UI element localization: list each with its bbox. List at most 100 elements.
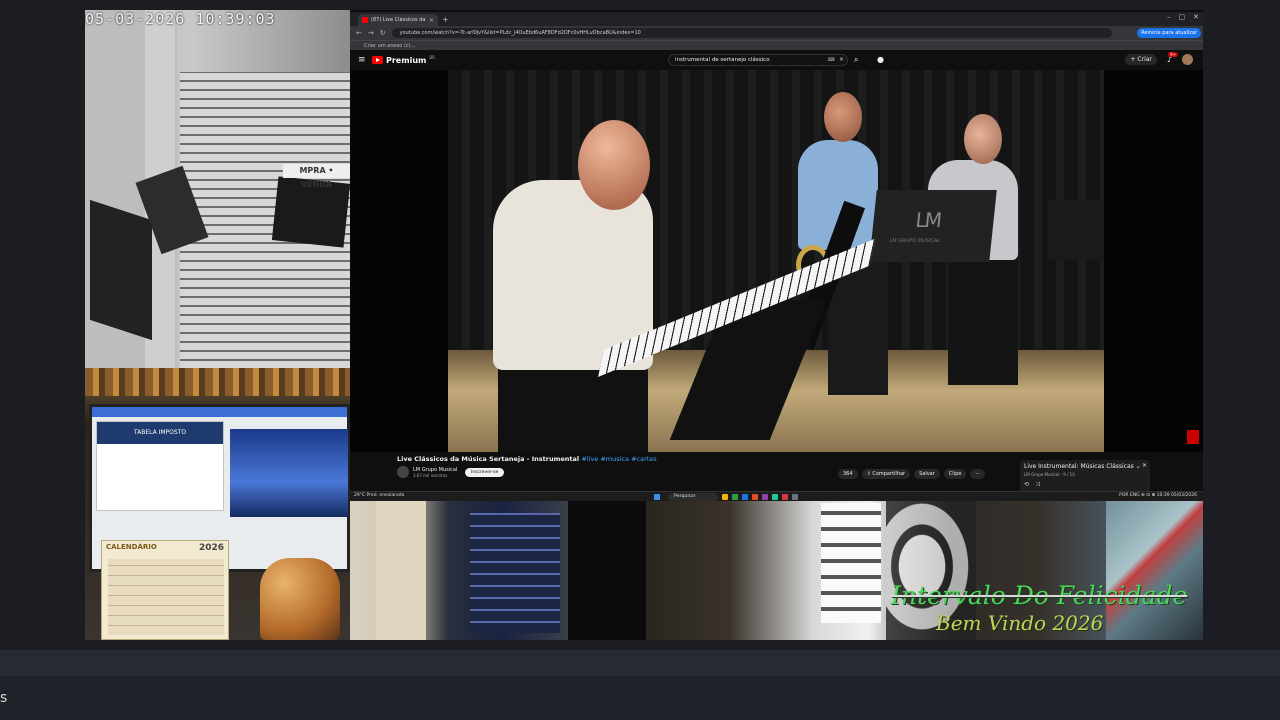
channel-watermark-icon[interactable] — [1187, 430, 1199, 444]
playlist-subtitle: LM Grupo Musical · 9 / 10 — [1024, 472, 1075, 477]
tab-title: (87) Live Clássicos da Mú — [371, 17, 426, 23]
youtube-header: ≡ Premium BR instrumental de sertanejo c… — [350, 50, 1203, 70]
channel-info[interactable]: LM Grupo Musical 3,67 mil inscritos — [397, 466, 457, 478]
system-tray[interactable]: POR ENG ⊕ ⊡ ⊞ 10:39 05/03/2026 — [1119, 493, 1197, 498]
book-shelf — [85, 368, 350, 396]
search-query: instrumental de sertanejo clássico — [675, 57, 770, 63]
address-toolbar: ← → ↻ youtube.com/watch?v=-Tc-arl0jvY&li… — [350, 26, 1203, 40]
stand-label: LM GRUPO MUSICAL — [889, 238, 941, 244]
app-icon[interactable] — [782, 494, 788, 500]
video-mosaic: MPRA • VENDA 05-03-2026 10:39:03 TABELA … — [85, 10, 1203, 640]
menu-icon[interactable]: ≡ — [358, 55, 372, 65]
desk-camera-feed: TABELA IMPOSTO CALENDÁRIO 2026 — [85, 368, 350, 640]
overlay-subtitle: Bem Vindo 2026 — [936, 611, 1104, 635]
window-controls: – ▢ ✕ — [1167, 13, 1199, 21]
forward-icon[interactable]: → — [368, 29, 374, 37]
url-bar[interactable]: youtube.com/watch?v=-Tc-arl0jvY&list=PLd… — [391, 28, 1112, 38]
calendar: CALENDÁRIO 2026 — [101, 540, 229, 640]
calendar-grid — [108, 559, 224, 635]
close-window-icon[interactable]: ✕ — [1193, 13, 1199, 21]
bottom-bar — [0, 650, 1280, 676]
windows-taskbar: 29°C Pred. ensolarado Pesquisar POR ENG … — [350, 491, 1203, 501]
loop-icon[interactable]: ⟲ — [1024, 481, 1029, 489]
video-actions: 364 ⇪ Compartilhar Salvar Clipe ⋯ — [838, 469, 986, 479]
clip-button[interactable]: Clipe — [943, 469, 967, 479]
minimize-icon[interactable]: – — [1167, 13, 1171, 21]
cafe-camera-feed: Intervalo Do Felicidade Bem Vindo 2026 — [646, 493, 1203, 640]
cafe-window — [821, 503, 881, 623]
hall-column — [376, 493, 426, 640]
microphone-icon[interactable]: ● — [877, 55, 884, 64]
keyboard-icon[interactable]: ⌨ — [828, 55, 835, 65]
youtube-favicon-icon — [362, 17, 368, 23]
channel-subscribers: 3,67 mil inscritos — [413, 472, 448, 478]
like-button[interactable]: 364 — [838, 469, 858, 479]
more-button[interactable]: ⋯ — [970, 469, 986, 479]
hall-rack — [470, 513, 560, 633]
app-icon[interactable] — [752, 494, 758, 500]
bookmark-bar[interactable]: Criar um anexo (c)... — [350, 40, 1203, 50]
playlist-panel[interactable]: Live Instrumental: Músicas Clássicas ⌄ L… — [1020, 460, 1150, 493]
browser-window: (87) Live Clássicos da Mú × + – ▢ ✕ ← → … — [350, 12, 1203, 493]
weather-widget[interactable]: 29°C Pred. ensolarado — [354, 493, 404, 498]
app-icon[interactable] — [732, 494, 738, 500]
taskbar-apps — [722, 494, 798, 500]
monitor-right-pane — [230, 429, 348, 517]
settings-icon[interactable] — [792, 494, 798, 500]
tab-close-icon[interactable]: × — [429, 17, 434, 24]
back-icon[interactable]: ← — [356, 29, 362, 37]
video-title: Live Clássicos da Música Sertaneja - Ins… — [397, 455, 657, 463]
search-icon[interactable]: ⌕ — [854, 55, 858, 65]
shuffle-icon[interactable]: ⤨ — [1035, 481, 1040, 489]
maximize-icon[interactable]: ▢ — [1179, 13, 1186, 21]
avatar[interactable] — [1182, 54, 1193, 65]
music-stand: LM LM GRUPO MUSICAL — [869, 190, 997, 262]
cctv-timestamp: 05-03-2026 10:39:03 — [85, 10, 276, 28]
footer-text: s — [0, 690, 8, 706]
playlist-controls: ⟲ ⤨ — [1024, 481, 1040, 489]
create-button[interactable]: + Criar — [1125, 54, 1157, 65]
musician-trumpet — [948, 255, 1018, 385]
video-hashtags[interactable]: #live #musica #cartes — [581, 455, 656, 463]
file-explorer-icon[interactable] — [722, 494, 728, 500]
clear-search-icon[interactable]: × — [839, 55, 844, 65]
video-frame: LM LM GRUPO MUSICAL — [448, 70, 1104, 452]
browser-icon[interactable] — [742, 494, 748, 500]
channel-name[interactable]: LM Grupo Musical — [413, 467, 457, 473]
monitor-left-pane: TABELA IMPOSTO — [96, 421, 224, 511]
playlist-title[interactable]: Live Instrumental: Músicas Clássicas ⌄ — [1024, 463, 1141, 470]
youtube-logo-region: BR — [429, 54, 435, 60]
new-tab-icon[interactable]: + — [442, 14, 449, 26]
tab-youtube[interactable]: (87) Live Clássicos da Mú × — [358, 14, 438, 26]
youtube-play-icon — [372, 56, 383, 64]
musician-sax — [824, 92, 862, 142]
app-icon[interactable] — [772, 494, 778, 500]
footer-bar: s — [0, 676, 1280, 720]
start-icon[interactable] — [654, 494, 660, 500]
figurine — [260, 558, 340, 640]
share-button[interactable]: ⇪ Compartilhar — [861, 469, 911, 479]
monitor-heading: TABELA IMPOSTO — [97, 422, 223, 444]
reload-icon[interactable]: ↻ — [380, 29, 386, 37]
pianist — [578, 120, 650, 210]
video-title-text: Live Clássicos da Música Sertaneja - Ins… — [397, 455, 582, 463]
video-player[interactable]: LM LM GRUPO MUSICAL — [350, 70, 1203, 452]
playlist-close-icon[interactable]: × — [1142, 462, 1147, 469]
youtube-logo-text: Premium — [386, 55, 427, 65]
relaunch-button[interactable]: Reinicie para atualizar — [1137, 28, 1201, 38]
cctv-sign: MPRA • VENDA — [283, 164, 350, 189]
app-icon[interactable] — [762, 494, 768, 500]
musician-trumpet — [964, 114, 1002, 164]
subscribe-button[interactable]: Inscrever-se — [465, 468, 505, 477]
tab-strip: (87) Live Clássicos da Mú × + – ▢ ✕ — [350, 12, 1203, 26]
header-actions: + Criar ♪ 9+ — [1125, 52, 1193, 65]
channel-avatar[interactable] — [397, 466, 409, 478]
youtube-logo[interactable]: Premium BR — [372, 54, 435, 65]
video-info: Live Clássicos da Música Sertaneja - Ins… — [350, 452, 1203, 493]
save-button[interactable]: Salvar — [914, 469, 940, 479]
notifications-icon[interactable]: ♪ 9+ — [1167, 52, 1178, 64]
notification-badge: 9+ — [1168, 52, 1178, 57]
taskbar-search[interactable]: Pesquisar — [668, 493, 718, 501]
dark-camera-feed — [568, 493, 646, 640]
search-input[interactable]: instrumental de sertanejo clássico ⌨ × — [668, 54, 848, 66]
